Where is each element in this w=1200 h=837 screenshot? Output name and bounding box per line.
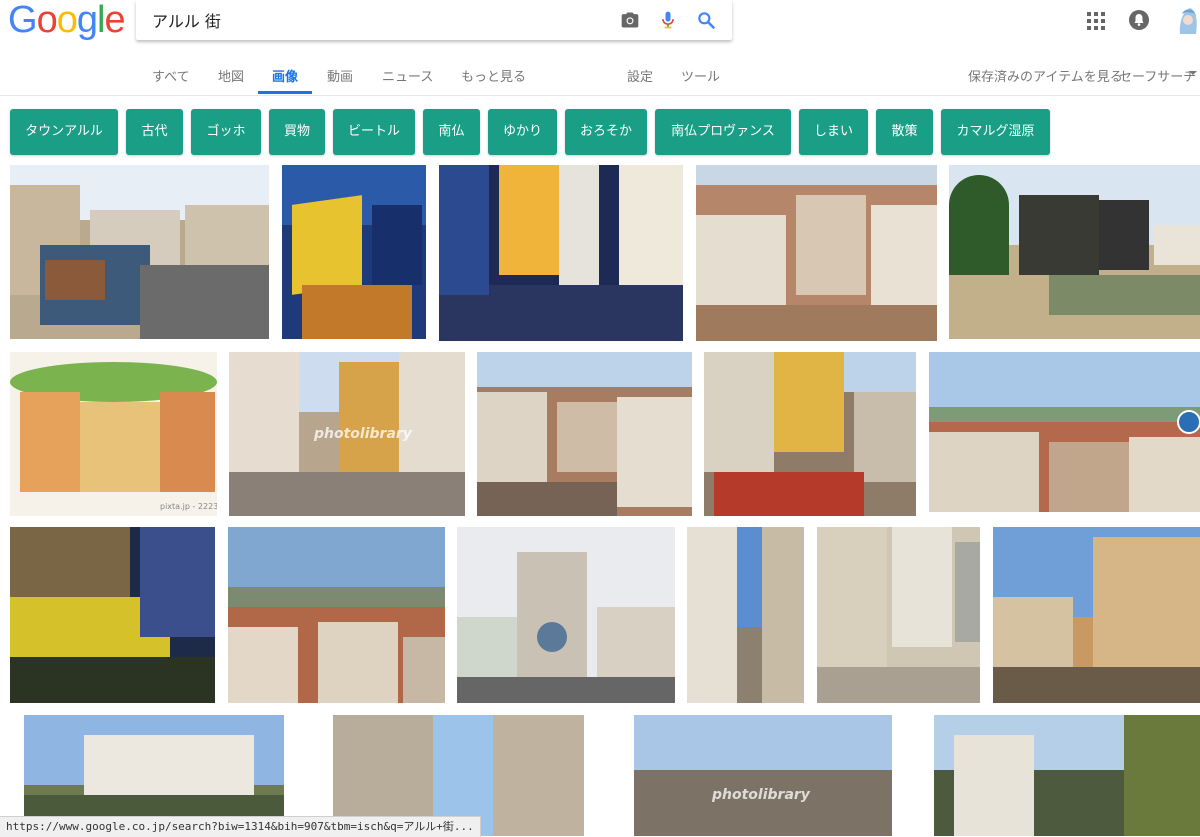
saved-items-link[interactable]: 保存済みのアイテムを見る xyxy=(968,66,1123,85)
image-result[interactable] xyxy=(817,527,980,703)
microphone-icon[interactable] xyxy=(658,10,678,30)
watermark: photolibrary xyxy=(712,787,810,803)
image-result[interactable]: pixta.jp - 22236250 xyxy=(10,352,217,516)
chip-shimai[interactable]: しまい xyxy=(799,109,868,155)
chip-town-arles[interactable]: タウンアルル xyxy=(10,109,118,155)
tab-more[interactable]: もっと見る xyxy=(461,66,526,85)
tab-images[interactable]: 画像 xyxy=(272,66,298,85)
chip-yukari[interactable]: ゆかり xyxy=(488,109,557,155)
status-bar-url: https://www.google.co.jp/search?biw=1314… xyxy=(0,816,481,837)
image-result[interactable] xyxy=(696,165,937,341)
search-input[interactable] xyxy=(152,9,592,31)
image-result[interactable] xyxy=(687,527,804,703)
image-result[interactable] xyxy=(949,165,1200,339)
chip-camargue[interactable]: カマルグ湿原 xyxy=(941,109,1050,155)
image-result[interactable] xyxy=(929,352,1200,512)
search-icon[interactable] xyxy=(696,10,716,30)
apps-grid-icon[interactable] xyxy=(1087,12,1105,30)
tab-tools[interactable]: ツール xyxy=(681,66,720,85)
logo-letter-o1: o xyxy=(36,0,58,41)
watermark: photolibrary xyxy=(314,426,412,442)
image-result[interactable] xyxy=(439,165,683,341)
search-box xyxy=(136,0,732,40)
image-result[interactable] xyxy=(934,715,1200,836)
image-result[interactable] xyxy=(10,165,269,339)
camera-icon[interactable] xyxy=(620,10,640,30)
tab-news[interactable]: ニュース xyxy=(382,66,433,85)
avatar[interactable] xyxy=(1176,4,1200,38)
chip-stroll[interactable]: 散策 xyxy=(876,109,933,155)
chip-gogh[interactable]: ゴッホ xyxy=(191,109,261,155)
image-result[interactable] xyxy=(477,352,692,516)
notifications-bell-icon[interactable] xyxy=(1128,9,1150,31)
caret-down-icon xyxy=(1189,71,1197,75)
badge-icon xyxy=(1177,410,1200,434)
image-result[interactable]: photolibrary xyxy=(634,715,892,836)
chip-shopping[interactable]: 買物 xyxy=(269,109,325,155)
logo-letter-g2: g xyxy=(76,0,98,41)
image-result[interactable] xyxy=(704,352,916,516)
tab-maps[interactable]: 地図 xyxy=(218,66,244,85)
logo-letter-g: G xyxy=(8,0,38,41)
image-result[interactable] xyxy=(10,527,215,703)
active-tab-indicator xyxy=(258,91,312,94)
chip-beatle[interactable]: ビートル xyxy=(333,109,415,155)
chip-ancient[interactable]: 古代 xyxy=(126,109,183,155)
chip-provence[interactable]: 南仏プロヴァンス xyxy=(655,109,791,155)
image-caption: pixta.jp - 22236250 xyxy=(160,502,217,511)
logo-letter-e: e xyxy=(104,0,125,41)
image-result[interactable]: photolibrary xyxy=(229,352,465,516)
image-result[interactable] xyxy=(282,165,426,339)
tab-videos[interactable]: 動画 xyxy=(327,66,353,85)
logo-letter-o2: o xyxy=(56,0,78,41)
google-logo[interactable]: Google xyxy=(8,0,126,41)
logo-letter-l: l xyxy=(96,0,106,41)
tab-settings[interactable]: 設定 xyxy=(627,66,653,85)
tab-all[interactable]: すべて xyxy=(152,66,190,85)
header-divider xyxy=(0,95,1200,96)
chip-south-france[interactable]: 南仏 xyxy=(423,109,480,155)
image-result[interactable] xyxy=(993,527,1200,703)
image-result[interactable] xyxy=(457,527,675,703)
chip-orosoka[interactable]: おろそか xyxy=(565,109,647,155)
safesearch-menu[interactable]: セーフサーチ xyxy=(1119,66,1196,85)
image-result[interactable] xyxy=(228,527,445,703)
